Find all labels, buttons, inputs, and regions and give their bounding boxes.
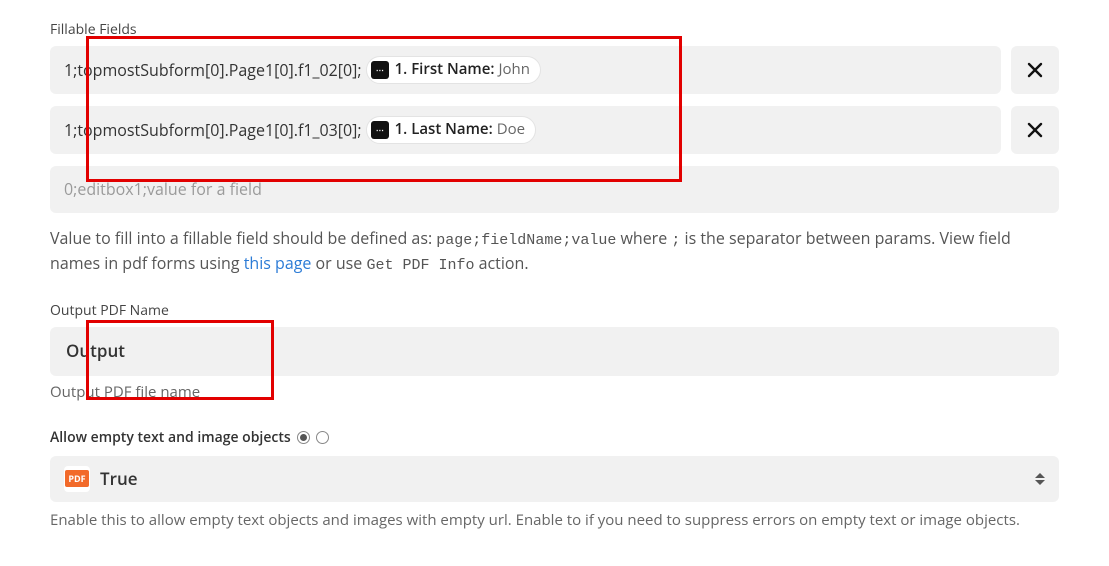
allow-empty-radio-off[interactable]: [316, 431, 329, 444]
pdf-icon: PDF: [64, 466, 90, 492]
output-pdf-name-input[interactable]: Output: [50, 327, 1059, 376]
chip-label: 1. First Name:: [395, 59, 495, 81]
allow-empty-radio-on[interactable]: [297, 431, 310, 444]
select-arrows-icon: [1035, 473, 1045, 485]
output-pdf-name-label: Output PDF Name: [50, 301, 1059, 321]
fillable-placeholder-input[interactable]: 0;editbox1;value for a field: [50, 166, 1059, 213]
allow-empty-select[interactable]: PDF True: [50, 456, 1059, 502]
field-value-chip[interactable]: ⋯ 1. First Name: John: [366, 56, 541, 84]
fillable-row: 1;topmostSubform[0].Page1[0].f1_03[0]; ⋯…: [50, 106, 1059, 154]
chip-value: John: [498, 59, 529, 81]
output-pdf-name-sub: Output PDF file name: [50, 382, 1059, 404]
fillable-help-text: Value to fill into a fillable field shou…: [50, 227, 1059, 277]
fillable-row: 1;topmostSubform[0].Page1[0].f1_02[0]; ⋯…: [50, 46, 1059, 94]
close-icon: [1027, 122, 1043, 138]
fillable-fields-label: Fillable Fields: [50, 20, 1059, 40]
fillable-field-input[interactable]: 1;topmostSubform[0].Page1[0].f1_02[0]; ⋯…: [50, 46, 1001, 94]
chip-source-icon: ⋯: [371, 61, 389, 79]
remove-row-button[interactable]: [1011, 46, 1059, 94]
remove-row-button[interactable]: [1011, 106, 1059, 154]
fillable-prefix: 1;topmostSubform[0].Page1[0].f1_03[0];: [64, 119, 362, 142]
fillable-field-input[interactable]: 1;topmostSubform[0].Page1[0].f1_03[0]; ⋯…: [50, 106, 1001, 154]
field-names-link[interactable]: this page: [244, 252, 312, 274]
allow-empty-sub: Enable this to allow empty text objects …: [50, 510, 1059, 532]
chip-source-icon: ⋯: [371, 121, 389, 139]
allow-empty-value: True: [100, 467, 138, 492]
field-value-chip[interactable]: ⋯ 1. Last Name: Doe: [366, 116, 536, 144]
chip-value: Doe: [497, 119, 525, 141]
close-icon: [1027, 62, 1043, 78]
chip-label: 1. Last Name:: [395, 119, 493, 141]
fillable-prefix: 1;topmostSubform[0].Page1[0].f1_02[0];: [64, 59, 362, 82]
allow-empty-label: Allow empty text and image objects: [50, 428, 291, 448]
